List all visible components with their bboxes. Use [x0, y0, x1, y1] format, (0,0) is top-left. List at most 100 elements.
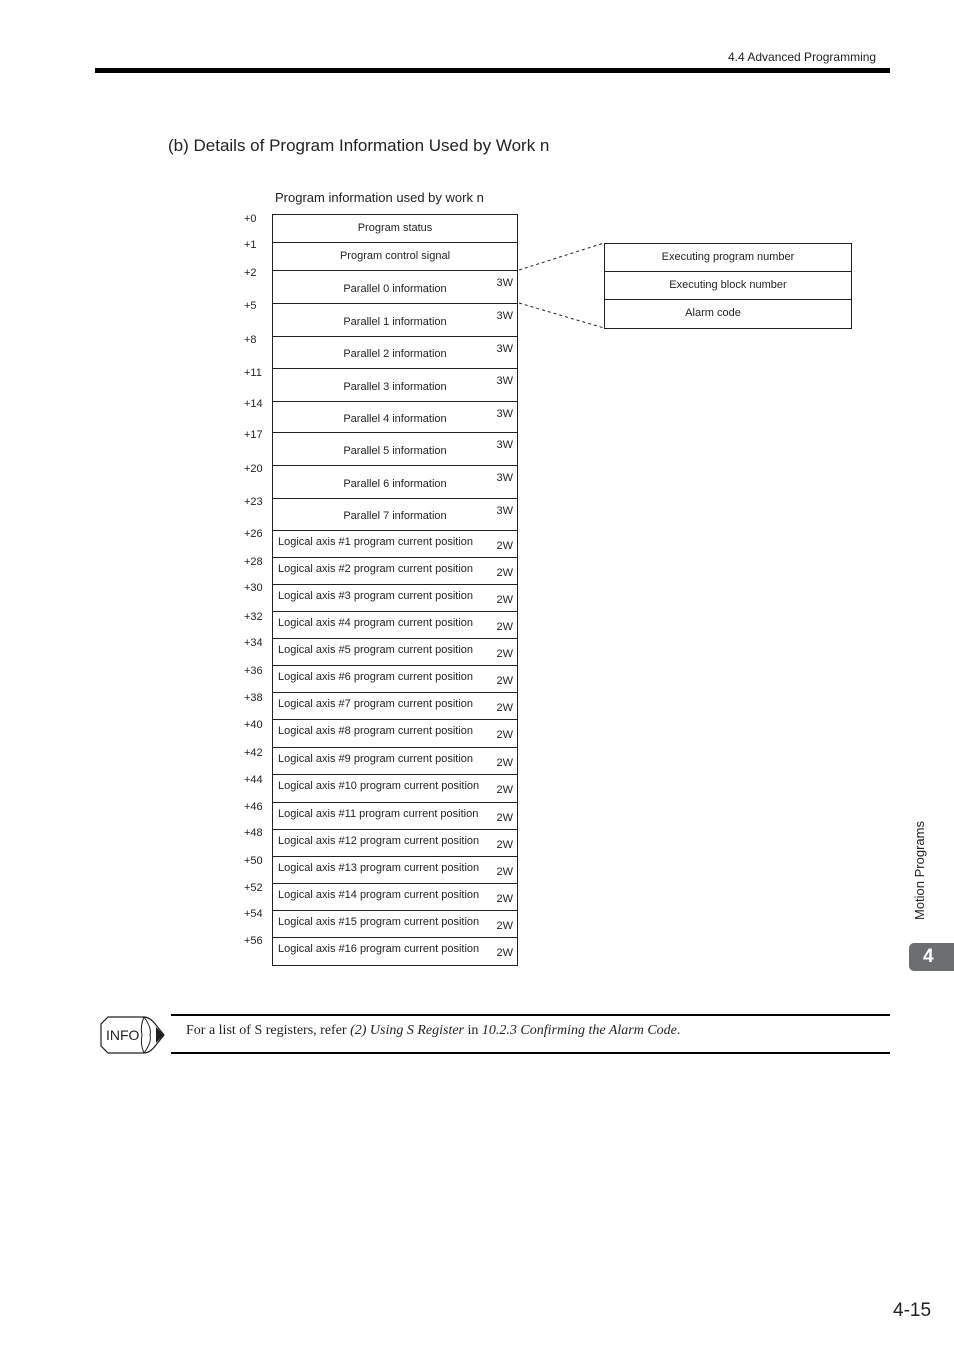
- row-size: 3W: [496, 375, 514, 387]
- row-size: 3W: [496, 310, 514, 322]
- table-row: Logical axis #3 program current position…: [272, 584, 518, 612]
- row-label: Logical axis #16 program current positio…: [278, 943, 480, 955]
- detail-row: Alarm code: [604, 299, 852, 329]
- row-size: 3W: [496, 408, 514, 420]
- table-row: Logical axis #2 program current position…: [272, 557, 518, 585]
- detail-label: Alarm code: [685, 307, 741, 319]
- row-offset: +1: [244, 239, 257, 251]
- row-label: Logical axis #12 program current positio…: [278, 835, 480, 847]
- row-offset: +54: [244, 908, 263, 920]
- row-label: Logical axis #11 program current positio…: [278, 808, 479, 820]
- table-row: Logical axis #4 program current position…: [272, 611, 518, 639]
- table-row: Logical axis #9 program current position…: [272, 747, 518, 775]
- row-offset: +20: [244, 463, 263, 475]
- info-link-s-register[interactable]: (2) Using S Register: [350, 1023, 464, 1038]
- row-offset: +32: [244, 611, 263, 623]
- row-label: Logical axis #1 program current position: [278, 536, 474, 548]
- row-offset: +30: [244, 582, 263, 594]
- row-offset: +8: [244, 334, 257, 346]
- row-offset: +2: [244, 267, 257, 279]
- info-rule-bottom: [171, 1052, 890, 1054]
- row-size: 2W: [496, 893, 514, 905]
- row-label: Parallel 6 information: [343, 478, 447, 490]
- table-row: Program status: [272, 214, 518, 243]
- table-row: Parallel 5 information 3W: [272, 432, 518, 466]
- row-size: 3W: [496, 439, 514, 451]
- row-size: 3W: [496, 277, 514, 289]
- row-size: 2W: [496, 702, 514, 714]
- row-size: 3W: [496, 472, 514, 484]
- section-title: (b) Details of Program Information Used …: [168, 136, 550, 155]
- row-size: 2W: [496, 540, 514, 552]
- table-row: Parallel 2 information 3W: [272, 336, 518, 369]
- row-label: Logical axis #6 program current position: [278, 671, 474, 683]
- row-size: 2W: [496, 757, 514, 769]
- chapter-tab-label: Motion Programs: [912, 821, 927, 920]
- row-label: Logical axis #15 program current positio…: [278, 916, 480, 928]
- row-offset: +34: [244, 637, 263, 649]
- row-offset: +38: [244, 692, 263, 704]
- chapter-tab[interactable]: 4: [909, 943, 954, 971]
- row-label: Logical axis #8 program current position: [278, 725, 474, 737]
- row-offset: +23: [244, 496, 263, 508]
- row-size: 2W: [496, 567, 514, 579]
- page-number: 4-15: [893, 1300, 932, 1321]
- table-row: Logical axis #16 program current positio…: [272, 937, 518, 966]
- row-size: 2W: [496, 621, 514, 633]
- table-row: Parallel 3 information 3W: [272, 368, 518, 402]
- row-label: Parallel 2 information: [343, 348, 447, 360]
- row-size: 2W: [496, 947, 514, 959]
- row-label: Parallel 4 information: [343, 413, 447, 425]
- table-row: Logical axis #12 program current positio…: [272, 829, 518, 857]
- row-label: Program control signal: [339, 250, 451, 262]
- table-row: Parallel 1 information 3W: [272, 303, 518, 337]
- row-offset: +36: [244, 665, 263, 677]
- row-label: Parallel 7 information: [343, 510, 447, 522]
- table-row: Logical axis #10 program current positio…: [272, 774, 518, 803]
- row-offset: +17: [244, 429, 263, 441]
- row-offset: +50: [244, 855, 263, 867]
- row-size: 2W: [496, 729, 514, 741]
- info-text-after: .: [676, 1023, 681, 1038]
- info-icon: INFO: [100, 1016, 166, 1054]
- table-row: Parallel 4 information 3W: [272, 401, 518, 433]
- info-text-middle: in: [464, 1023, 482, 1038]
- table-caption: Program information used by work n: [275, 190, 484, 205]
- row-label: Logical axis #3 program current position: [278, 590, 474, 602]
- row-label: Program status: [357, 222, 433, 234]
- detail-label: Executing program number: [661, 251, 795, 263]
- row-size: 2W: [496, 784, 514, 796]
- row-offset: +5: [244, 300, 257, 312]
- row-size: 2W: [496, 648, 514, 660]
- row-size: 3W: [496, 343, 514, 355]
- row-offset: +56: [244, 935, 263, 947]
- row-offset: +14: [244, 398, 263, 410]
- row-offset: +44: [244, 774, 263, 786]
- table-row: Logical axis #11 program current positio…: [272, 802, 518, 830]
- row-size: 2W: [496, 812, 514, 824]
- detail-row: Executing program number: [604, 243, 852, 272]
- row-size: 2W: [496, 839, 514, 851]
- row-size: 2W: [496, 594, 514, 606]
- table-row: Program control signal: [272, 242, 518, 271]
- table-row: Logical axis #15 program current positio…: [272, 910, 518, 938]
- table-row: Logical axis #6 program current position…: [272, 665, 518, 693]
- row-size: 2W: [496, 866, 514, 878]
- row-label: Logical axis #5 program current position: [278, 644, 474, 656]
- row-offset: +0: [244, 213, 257, 225]
- table-row: Logical axis #14 program current positio…: [272, 883, 518, 911]
- row-label: Logical axis #7 program current position: [278, 698, 474, 710]
- row-label: Logical axis #14 program current positio…: [278, 889, 480, 901]
- row-offset: +26: [244, 528, 263, 540]
- row-offset: +28: [244, 556, 263, 568]
- running-header-section: 4.4 Advanced Programming: [728, 50, 877, 64]
- info-icon-label: INFO: [106, 1027, 140, 1043]
- row-label: Logical axis #9 program current position: [278, 753, 474, 765]
- info-link-alarm-code[interactable]: 10.2.3 Confirming the Alarm Code: [482, 1023, 677, 1038]
- detail-label: Executing block number: [669, 279, 787, 291]
- row-offset: +46: [244, 801, 263, 813]
- row-label: Logical axis #2 program current position: [278, 563, 474, 575]
- row-offset: +52: [244, 882, 263, 894]
- info-text-before: For a list of S registers, refer: [186, 1023, 351, 1038]
- detail-row: Executing block number: [604, 271, 852, 300]
